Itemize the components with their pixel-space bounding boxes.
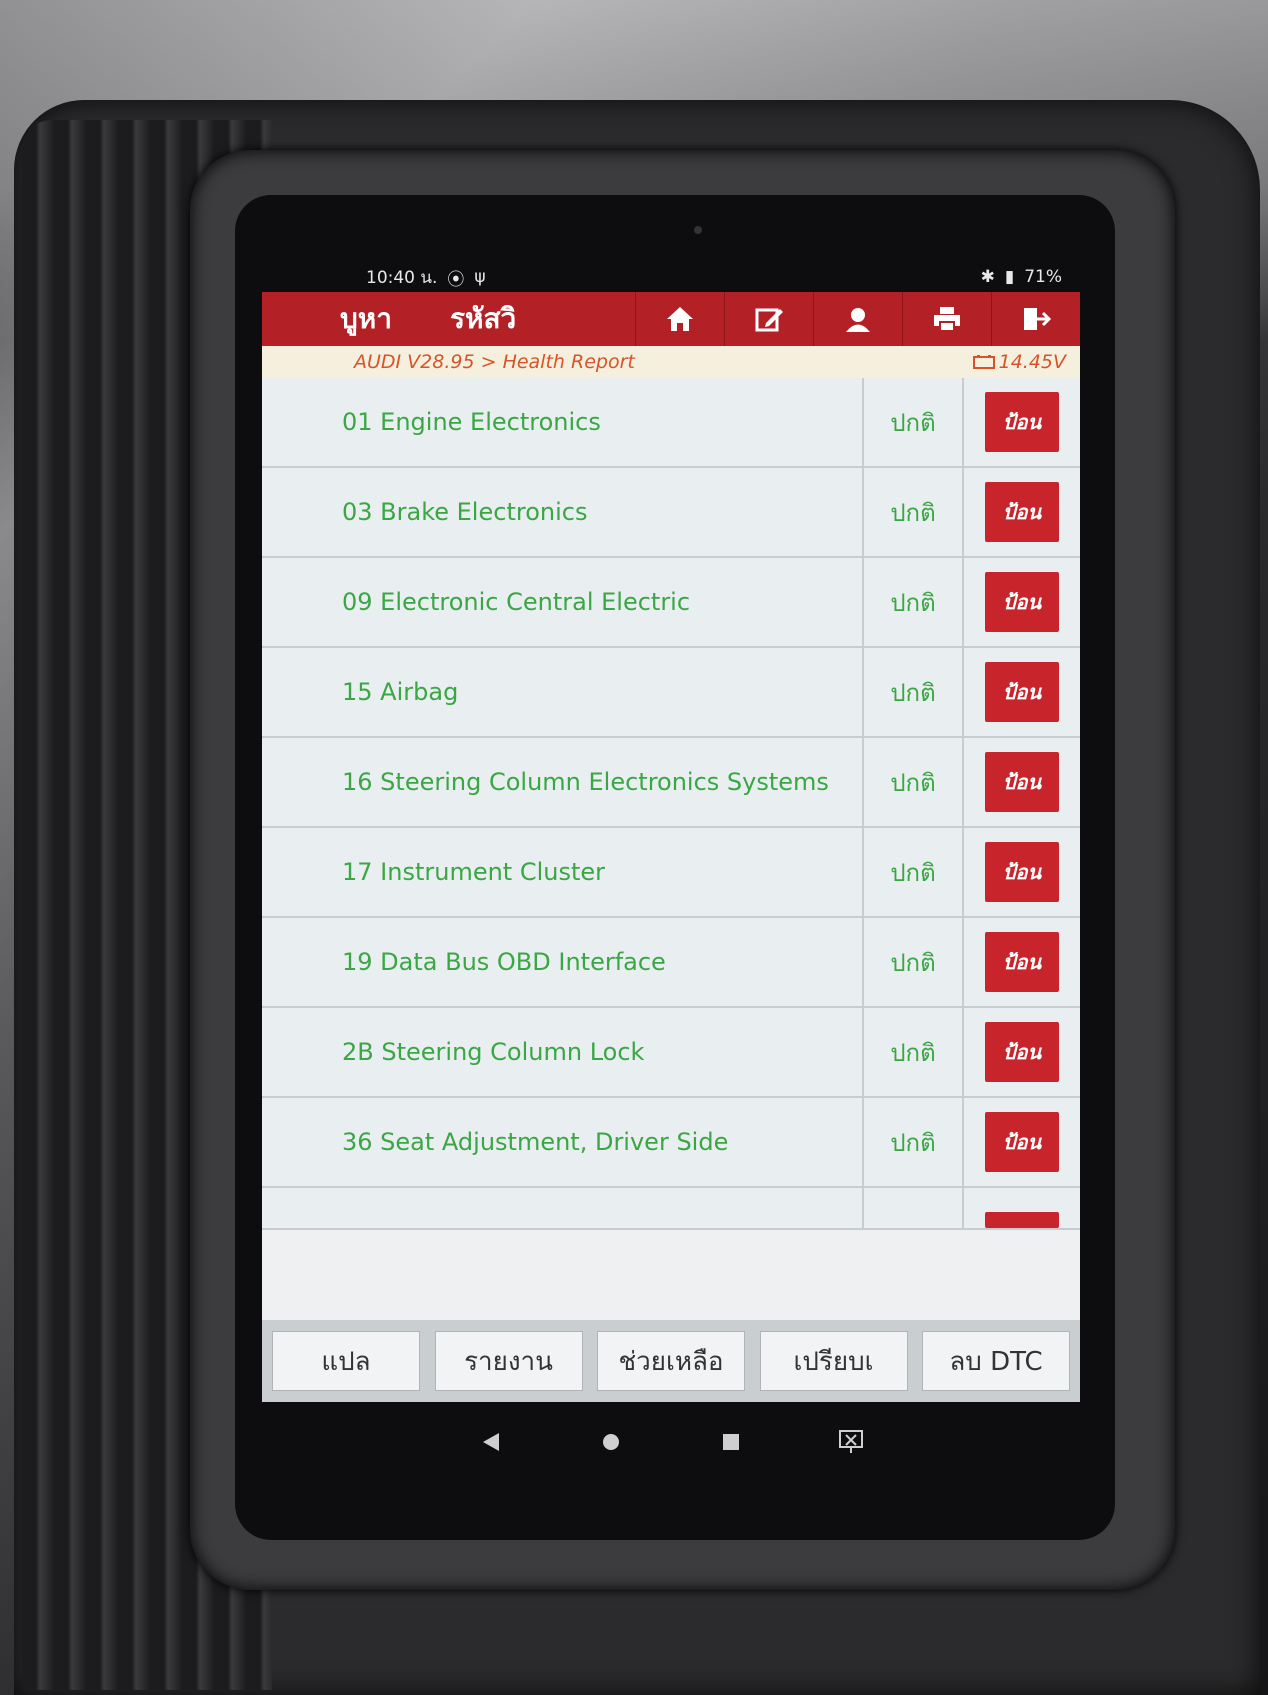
exit-icon — [1024, 308, 1051, 330]
module-row: 09 Electronic Central Electric ปกติ ป้อน — [262, 558, 1080, 648]
nav-home-button[interactable] — [591, 1422, 631, 1462]
usb-icon: ψ — [474, 267, 486, 287]
recents-square-icon — [723, 1434, 739, 1450]
module-name: 19 Data Bus OBD Interface — [262, 918, 864, 1006]
module-name: 2B Steering Column Lock — [262, 1008, 864, 1096]
module-status: ปกติ — [864, 378, 964, 466]
module-action-cell: ป้อน — [964, 738, 1080, 826]
module-status: ปกติ — [864, 738, 964, 826]
module-status — [864, 1188, 964, 1228]
module-action-cell: ป้อน — [964, 918, 1080, 1006]
module-status: ปกติ — [864, 648, 964, 736]
bottom-action-bar: แปล รายงาน ช่วยเหลือ เปรียบเ ลบ DTC — [262, 1320, 1080, 1402]
module-name: 17 Instrument Cluster — [262, 828, 864, 916]
nav-back-button[interactable] — [471, 1422, 511, 1462]
printer-icon — [934, 307, 960, 332]
code-button[interactable]: รหัสวิ — [412, 297, 536, 341]
battery-level: 71% — [1024, 267, 1062, 287]
enter-module-button[interactable]: ป้อน — [985, 482, 1059, 542]
exit-button[interactable] — [991, 292, 1080, 346]
compare-button[interactable]: เปรียบเ — [759, 1331, 908, 1391]
nav-recents-button[interactable] — [711, 1422, 751, 1462]
enter-module-button[interactable] — [985, 1212, 1059, 1228]
module-name: 03 Brake Electronics — [262, 468, 864, 556]
tablet-screen: 10:40 น. ⦿ ψ ✱ ▮ 71% บูหา รหัสวิ AUDI V2… — [262, 262, 1080, 1402]
module-row: 19 Data Bus OBD Interface ปกติ ป้อน — [262, 918, 1080, 1008]
notification-icon: ⦿ — [447, 269, 465, 290]
module-row: 16 Steering Column Electronics Systems ปก… — [262, 738, 1080, 828]
camera-lens — [694, 226, 702, 234]
voltage-readout: 14.45V — [972, 351, 1066, 373]
breadcrumb: AUDI V28.95 > Health Report 14.45V — [262, 346, 1080, 378]
module-action-cell: ป้อน — [964, 558, 1080, 646]
battery-voltage-icon — [972, 355, 995, 369]
enter-module-button[interactable]: ป้อน — [985, 572, 1059, 632]
module-row-partial — [262, 1188, 1080, 1230]
module-status: ปกติ — [864, 1098, 964, 1186]
module-action-cell: ป้อน — [964, 1008, 1080, 1096]
edit-button[interactable] — [724, 292, 813, 346]
module-name: 09 Electronic Central Electric — [262, 558, 864, 646]
print-button[interactable] — [902, 292, 991, 346]
screenshot-icon — [839, 1430, 863, 1453]
battery-icon: ▮ — [1004, 267, 1015, 287]
module-row: 36 Seat Adjustment, Driver Side ปกติ ป้อน — [262, 1098, 1080, 1188]
back-triangle-icon — [483, 1433, 499, 1451]
enter-module-button[interactable]: ป้อน — [985, 662, 1059, 722]
module-row: 17 Instrument Cluster ปกติ ป้อน — [262, 828, 1080, 918]
enter-module-button[interactable]: ป้อน — [985, 752, 1059, 812]
help-button[interactable]: ช่วยเหลือ — [597, 1331, 745, 1391]
status-bar: 10:40 น. ⦿ ψ ✱ ▮ 71% — [262, 262, 1080, 292]
nav-screenshot-button[interactable] — [831, 1422, 871, 1462]
module-list: 01 Engine Electronics ปกติ ป้อน 03 Brake El… — [262, 378, 1080, 1230]
module-row: 03 Brake Electronics ปกติ ป้อน — [262, 468, 1080, 558]
enter-module-button[interactable]: ป้อน — [985, 842, 1059, 902]
module-row: 01 Engine Electronics ปกติ ป้อน — [262, 378, 1080, 468]
module-status: ปกติ — [864, 468, 964, 556]
voltage-value: 14.45V — [998, 351, 1066, 373]
home-icon — [667, 307, 693, 331]
module-action-cell: ป้อน — [964, 468, 1080, 556]
module-name: 15 Airbag — [262, 648, 864, 736]
module-row: 15 Airbag ปกติ ป้อน — [262, 648, 1080, 738]
module-status: ปกติ — [864, 828, 964, 916]
home-circle-icon — [603, 1434, 619, 1450]
module-name: 01 Engine Electronics — [262, 378, 864, 466]
module-action-cell: ป้อน — [964, 1098, 1080, 1186]
module-name: 36 Seat Adjustment, Driver Side — [262, 1098, 864, 1186]
module-action-cell — [964, 1188, 1080, 1228]
enter-module-button[interactable]: ป้อน — [985, 1112, 1059, 1172]
module-action-cell: ป้อน — [964, 648, 1080, 736]
module-status: ปกติ — [864, 918, 964, 1006]
module-action-cell: ป้อน — [964, 378, 1080, 466]
breadcrumb-path: AUDI V28.95 > Health Report — [354, 351, 635, 373]
enter-module-button[interactable]: ป้อน — [985, 392, 1059, 452]
module-row: 2B Steering Column Lock ปกติ ป้อน — [262, 1008, 1080, 1098]
module-name — [262, 1188, 864, 1228]
home-button[interactable] — [635, 292, 724, 346]
enter-module-button[interactable]: ป้อน — [985, 932, 1059, 992]
top-toolbar: บูหา รหัสวิ — [262, 292, 1080, 346]
user-button[interactable] — [813, 292, 902, 346]
enter-module-button[interactable]: ป้อน — [985, 1022, 1059, 1082]
report-button[interactable]: รายงาน — [434, 1331, 583, 1391]
module-status: ปกติ — [864, 558, 964, 646]
module-status: ปกติ — [864, 1008, 964, 1096]
module-name: 16 Steering Column Electronics Systems — [262, 738, 864, 826]
translate-button[interactable]: แปล — [272, 1331, 420, 1391]
bluetooth-icon: ✱ — [980, 267, 995, 287]
clock: 10:40 น. — [366, 267, 438, 288]
android-nav-bar — [262, 1402, 1080, 1482]
clear-dtc-button[interactable]: ลบ DTC — [922, 1331, 1070, 1391]
module-action-cell: ป้อน — [964, 828, 1080, 916]
edit-icon — [755, 308, 783, 332]
back-button[interactable]: บูหา — [262, 297, 412, 341]
user-icon — [846, 308, 870, 332]
